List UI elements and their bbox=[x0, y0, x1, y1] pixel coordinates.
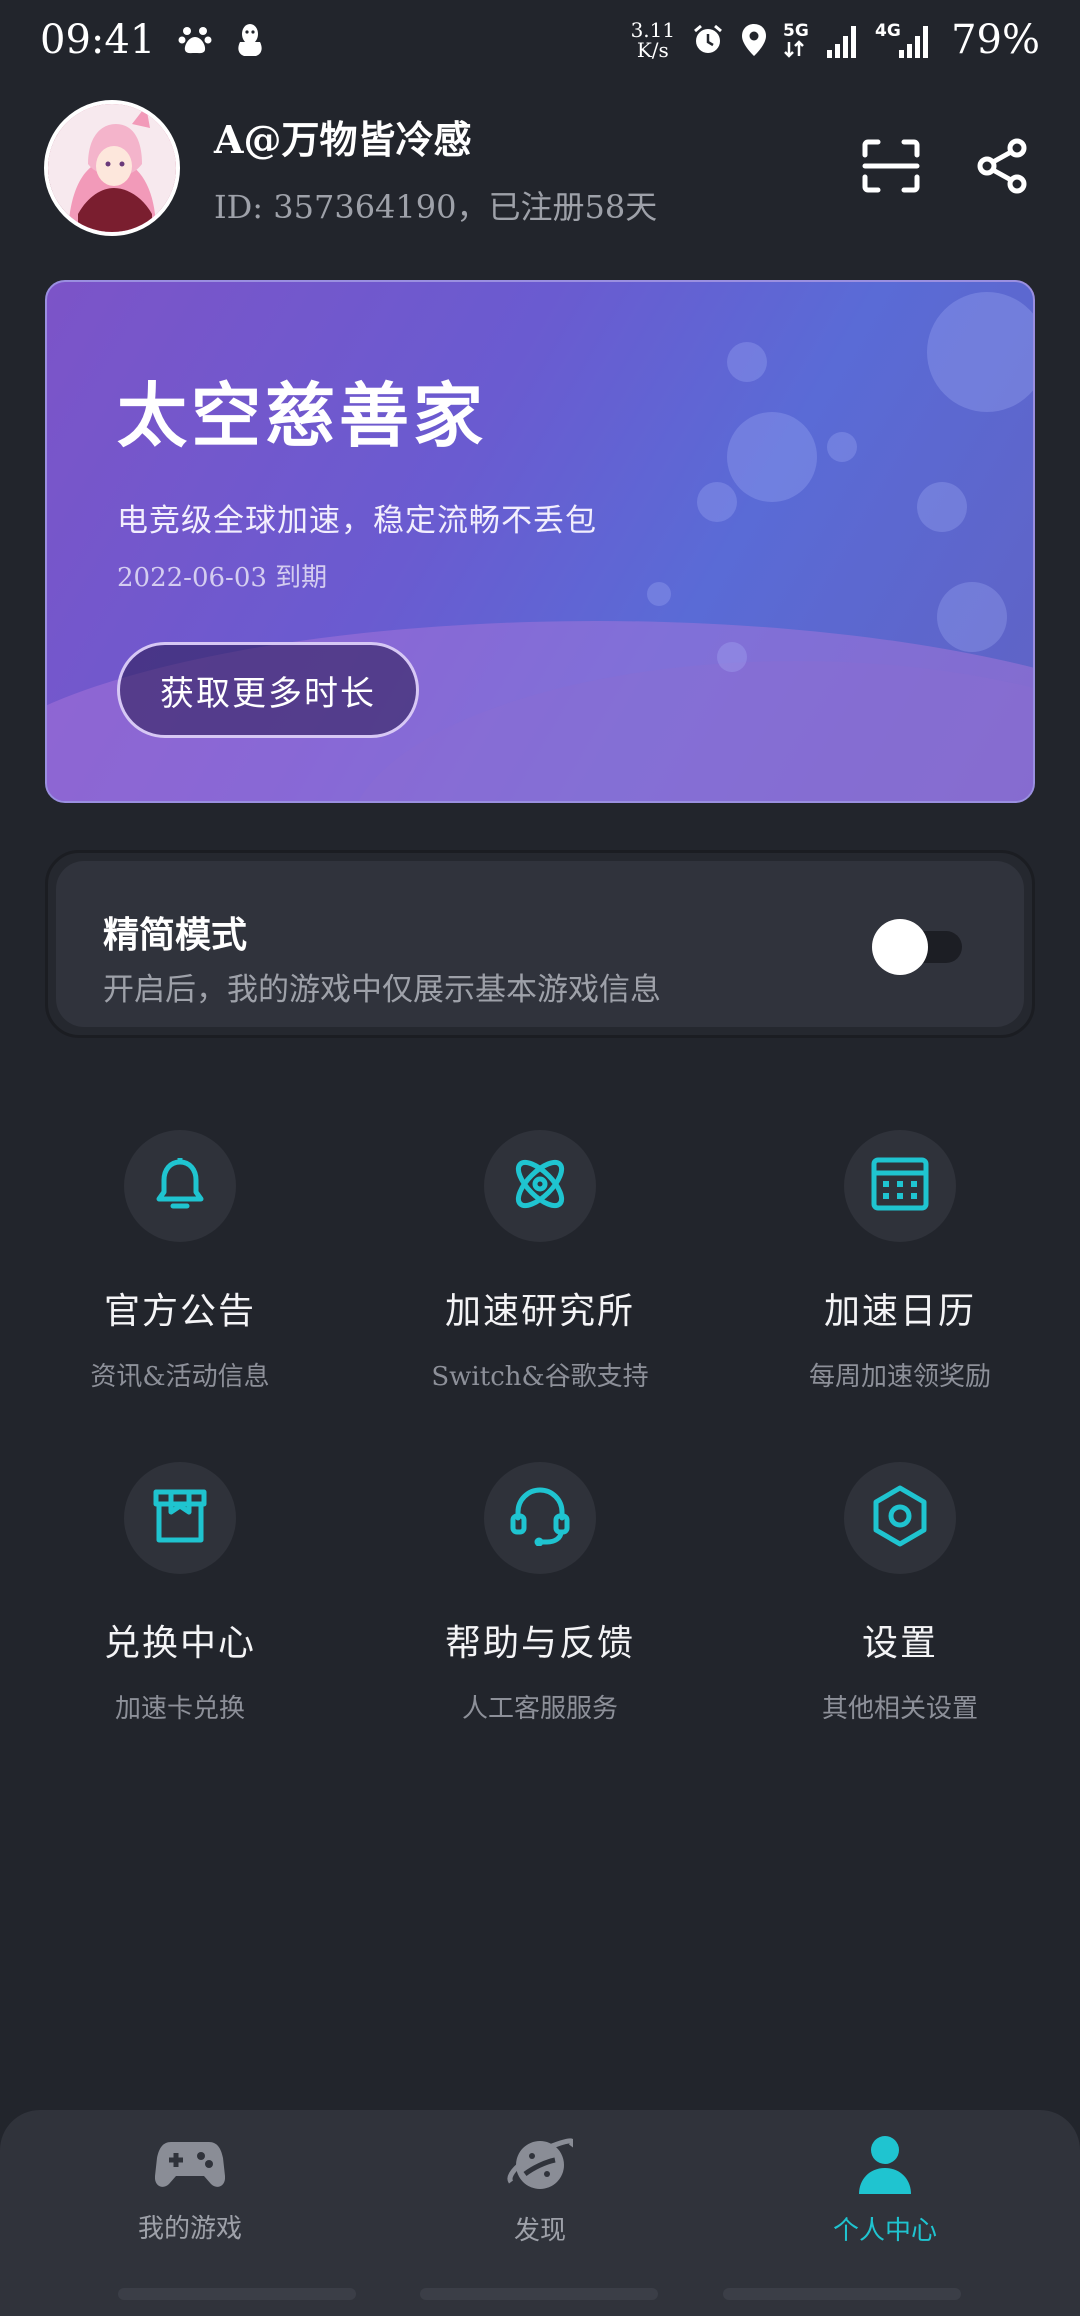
simple-mode-card: 精简模式 开启后，我的游戏中仅展示基本游戏信息 bbox=[45, 850, 1035, 1038]
svg-text:4G: 4G bbox=[875, 21, 901, 41]
network-speed: 3.11 K/s bbox=[630, 18, 676, 62]
bell-icon bbox=[153, 1156, 207, 1216]
profile-id-info: ID: 357364190，已注册58天 bbox=[214, 187, 658, 226]
tab-discover[interactable]: 发现 bbox=[360, 2134, 720, 2247]
status-bar: 09:41 3.11 K/s 5G 4G 79% bbox=[0, 0, 1080, 80]
4g-signal-icon: 4G bbox=[875, 20, 935, 60]
system-nav-home-hint[interactable] bbox=[420, 2288, 658, 2300]
alarm-icon bbox=[691, 23, 725, 57]
location-icon bbox=[741, 23, 767, 57]
membership-description: 电竞级全球加速，稳定流畅不丢包 bbox=[117, 503, 597, 539]
menu-item-lab[interactable]: 加速研究所 Switch&谷歌支持 bbox=[360, 1130, 720, 1393]
share-icon[interactable] bbox=[976, 138, 1028, 198]
system-nav-recent-hint[interactable] bbox=[723, 2288, 961, 2300]
scan-icon[interactable] bbox=[862, 139, 920, 197]
settings-icon bbox=[870, 1485, 930, 1551]
svg-text:5G: 5G bbox=[783, 21, 809, 41]
system-nav-back-hint[interactable] bbox=[118, 2288, 356, 2300]
gamepad-icon bbox=[154, 2142, 226, 2198]
menu-item-announcements[interactable]: 官方公告 资讯&活动信息 bbox=[0, 1130, 360, 1393]
battery-level: 79% bbox=[951, 17, 1040, 63]
tab-my-games[interactable]: 我的游戏 bbox=[10, 2134, 370, 2245]
baidu-paw-icon bbox=[177, 22, 213, 58]
menu-item-help[interactable]: 帮助与反馈 人工客服服务 bbox=[360, 1462, 720, 1725]
penguin-icon bbox=[235, 22, 265, 58]
membership-card: 太空慈善家 电竞级全球加速，稳定流畅不丢包 2022-06-03 到期 获取更多… bbox=[45, 280, 1035, 803]
get-more-time-button[interactable]: 获取更多时长 bbox=[117, 642, 419, 738]
menu-item-redeem[interactable]: 兑换中心 加速卡兑换 bbox=[0, 1462, 360, 1725]
simple-mode-description: 开启后，我的游戏中仅展示基本游戏信息 bbox=[103, 972, 661, 1008]
atom-icon bbox=[508, 1152, 572, 1220]
user-icon bbox=[855, 2136, 915, 2200]
calendar-icon bbox=[871, 1157, 929, 1215]
membership-title: 太空慈善家 bbox=[117, 374, 487, 457]
profile-header: A@万物皆冷感 ID: 357364190，已注册58天 bbox=[44, 100, 1036, 236]
tab-profile[interactable]: 个人中心 bbox=[705, 2134, 1065, 2247]
simple-mode-toggle[interactable] bbox=[872, 919, 962, 975]
planet-icon bbox=[507, 2138, 576, 2200]
5g-signal-icon: 5G bbox=[783, 20, 859, 60]
status-time: 09:41 bbox=[40, 17, 156, 63]
menu-item-settings[interactable]: 设置 其他相关设置 bbox=[720, 1462, 1080, 1725]
bottom-tab-bar: 我的游戏 发现 个人中心 bbox=[0, 2110, 1080, 2316]
profile-name: A@万物皆冷感 bbox=[214, 116, 472, 162]
membership-expire-date: 2022-06-03 到期 bbox=[117, 563, 328, 593]
menu-item-calendar[interactable]: 加速日历 每周加速领奖励 bbox=[720, 1130, 1080, 1393]
simple-mode-title: 精简模式 bbox=[103, 914, 248, 956]
gift-box-icon bbox=[151, 1488, 209, 1548]
avatar[interactable] bbox=[44, 100, 180, 236]
headset-icon bbox=[509, 1486, 571, 1550]
